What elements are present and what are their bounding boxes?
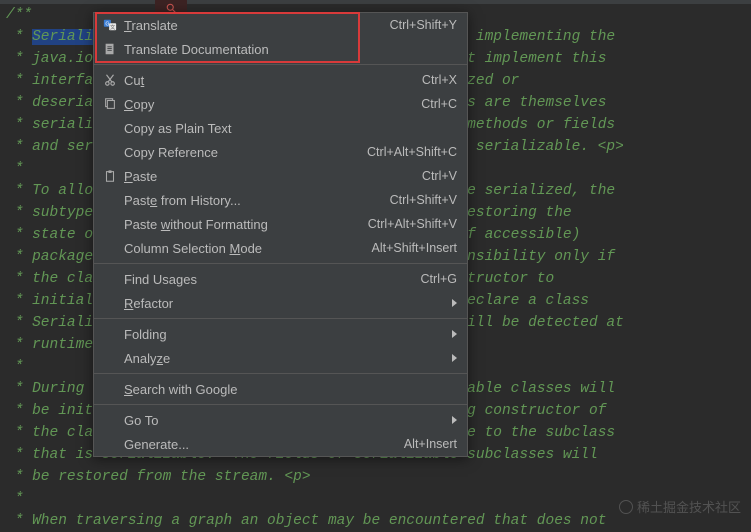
menu-item-label: Copy Reference — [120, 145, 367, 160]
menu-item-column-selection-mode[interactable]: Column Selection ModeAlt+Shift+Insert — [94, 236, 467, 260]
menu-item-label: Paste from History... — [120, 193, 390, 208]
menu-shortcut: Alt+Insert — [404, 437, 457, 451]
menu-item-paste[interactable]: PasteCtrl+V — [94, 164, 467, 188]
svg-text:文: 文 — [110, 23, 116, 31]
watermark: 稀土掘金技术社区 — [619, 497, 741, 516]
menu-item-copy[interactable]: CopyCtrl+C — [94, 92, 467, 116]
menu-shortcut: Ctrl+Alt+Shift+V — [368, 217, 457, 231]
menu-item-label: Analyze — [120, 351, 452, 366]
menu-item-label: Translate Documentation — [120, 42, 457, 57]
menu-item-label: Copy — [120, 97, 421, 112]
menu-shortcut: Ctrl+G — [421, 272, 457, 286]
menu-item-label: Generate... — [120, 437, 404, 452]
menu-item-label: Copy as Plain Text — [120, 121, 457, 136]
watermark-text: 稀土掘金技术社区 — [637, 497, 741, 516]
menu-item-translate[interactable]: G文TranslateCtrl+Shift+Y — [94, 13, 467, 37]
menu-shortcut: Ctrl+Shift+Y — [390, 18, 457, 32]
menu-item-find-usages[interactable]: Find UsagesCtrl+G — [94, 267, 467, 291]
code-line: * be restored from the stream. <p> — [6, 466, 751, 488]
menu-shortcut: Alt+Shift+Insert — [372, 241, 457, 255]
svg-text:G: G — [105, 21, 109, 27]
menu-item-label: Paste — [120, 169, 422, 184]
menu-shortcut: Ctrl+V — [422, 169, 457, 183]
menu-item-label: Refactor — [120, 296, 452, 311]
chevron-right-icon — [452, 354, 457, 362]
copy-icon — [100, 97, 120, 111]
menu-separator — [94, 373, 467, 374]
menu-item-refactor[interactable]: Refactor — [94, 291, 467, 315]
menu-item-cut[interactable]: CutCtrl+X — [94, 68, 467, 92]
menu-shortcut: Ctrl+Shift+V — [390, 193, 457, 207]
menu-item-label: Column Selection Mode — [120, 241, 372, 256]
menu-item-go-to[interactable]: Go To — [94, 408, 467, 432]
menu-item-label: Paste without Formatting — [120, 217, 368, 232]
menu-separator — [94, 404, 467, 405]
menu-item-label: Folding — [120, 327, 452, 342]
menu-item-folding[interactable]: Folding — [94, 322, 467, 346]
menu-shortcut: Ctrl+C — [421, 97, 457, 111]
doc-icon — [100, 42, 120, 56]
menu-item-search-with-google[interactable]: Search with Google — [94, 377, 467, 401]
editor-toolbar — [0, 0, 751, 4]
menu-shortcut: Ctrl+Alt+Shift+C — [367, 145, 457, 159]
chevron-right-icon — [452, 416, 457, 424]
menu-item-label: Go To — [120, 413, 452, 428]
menu-item-paste-without-formatting[interactable]: Paste without FormattingCtrl+Alt+Shift+V — [94, 212, 467, 236]
context-menu: G文TranslateCtrl+Shift+YTranslate Documen… — [93, 12, 468, 457]
menu-separator — [94, 64, 467, 65]
menu-item-label: Translate — [120, 18, 390, 33]
menu-separator — [94, 318, 467, 319]
menu-item-label: Search with Google — [120, 382, 457, 397]
chevron-right-icon — [452, 330, 457, 338]
menu-item-copy-as-plain-text[interactable]: Copy as Plain Text — [94, 116, 467, 140]
menu-item-generate[interactable]: Generate...Alt+Insert — [94, 432, 467, 456]
menu-item-label: Cut — [120, 73, 422, 88]
menu-separator — [94, 263, 467, 264]
globe-icon — [619, 500, 633, 514]
menu-item-paste-from-history[interactable]: Paste from History...Ctrl+Shift+V — [94, 188, 467, 212]
menu-shortcut: Ctrl+X — [422, 73, 457, 87]
cut-icon — [100, 73, 120, 87]
paste-icon — [100, 169, 120, 183]
chevron-right-icon — [452, 299, 457, 307]
menu-item-copy-reference[interactable]: Copy ReferenceCtrl+Alt+Shift+C — [94, 140, 467, 164]
menu-item-translate-documentation[interactable]: Translate Documentation — [94, 37, 467, 61]
menu-item-label: Find Usages — [120, 272, 421, 287]
translate-icon: G文 — [100, 18, 120, 32]
menu-item-analyze[interactable]: Analyze — [94, 346, 467, 370]
